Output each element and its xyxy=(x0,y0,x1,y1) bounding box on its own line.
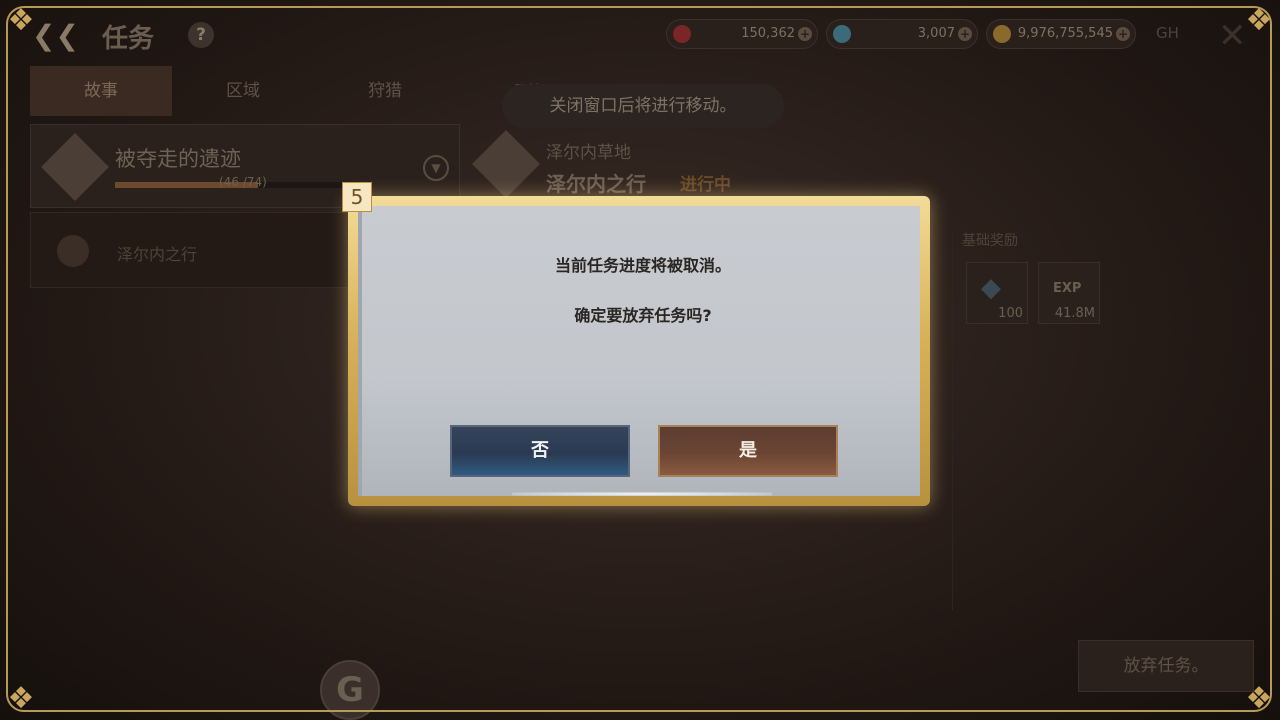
dialog-glow xyxy=(512,492,772,496)
abandon-quest-button[interactable]: 放弃任务。 xyxy=(1078,640,1254,692)
tab-region[interactable]: 区域 xyxy=(172,66,314,116)
reward-label: 基础奖励 xyxy=(962,233,1018,249)
corner-ornament-icon: ❖ xyxy=(7,3,35,38)
reward-diamond-value: 100 xyxy=(998,306,1023,321)
extra-currency-label: GH xyxy=(1156,24,1179,42)
corner-ornament-icon: ❖ xyxy=(1245,681,1273,716)
help-button[interactable]: ? xyxy=(188,22,214,48)
quest-status: 进行中 xyxy=(680,175,731,195)
diamond-icon xyxy=(833,25,851,43)
gold-coin-icon xyxy=(993,25,1011,43)
game-screen: ❮❮ 任务 ? 150,362 + 3,007 + 9,976,755,545 … xyxy=(0,0,1280,720)
corner-ornament-icon: ❖ xyxy=(7,681,35,716)
gold-currency: 9,976,755,545 + xyxy=(986,19,1136,49)
ruby-currency: 150,362 + xyxy=(666,19,818,49)
tab-story[interactable]: 故事 xyxy=(30,66,172,116)
main-quest-name: 被夺走的遗迹 xyxy=(115,147,241,171)
diamond-icon: ◆ xyxy=(981,273,1001,303)
detail-scroll-icon xyxy=(472,130,540,198)
corner-ornament-icon: ❖ xyxy=(1245,3,1273,38)
tab-hunting[interactable]: 狩猎 xyxy=(314,66,456,116)
chevron-down-icon[interactable]: ▼ xyxy=(423,155,449,181)
dialog-message-line2: 确定要放弃任务吗? xyxy=(574,306,712,325)
diamond-currency: 3,007 + xyxy=(826,19,978,49)
sub-quest-item[interactable]: 泽尔内之行 xyxy=(30,212,350,288)
toast-message: 关闭窗口后将进行移动。 xyxy=(502,84,784,128)
ruby-value: 150,362 xyxy=(741,26,795,41)
back-arrow-icon[interactable]: ❮❮ xyxy=(32,20,79,52)
add-ruby-button[interactable]: + xyxy=(798,27,812,41)
sub-quest-icon xyxy=(57,235,89,267)
exp-icon: EXP xyxy=(1053,281,1082,296)
yes-button[interactable]: 是 xyxy=(658,425,838,477)
no-button[interactable]: 否 xyxy=(450,425,630,477)
g-logo-button[interactable]: G xyxy=(320,660,380,720)
quest-scroll-icon xyxy=(41,133,109,201)
dialog-message-line1: 当前任务进度将被取消。 xyxy=(554,256,731,275)
confirm-dialog-body: 当前任务进度将被取消。 确定要放弃任务吗? 否 是 xyxy=(358,206,920,496)
reward-exp-value: 41.8M xyxy=(1054,306,1095,321)
add-gold-button[interactable]: + xyxy=(1116,27,1130,41)
diamond-value: 3,007 xyxy=(917,26,955,41)
sub-quest-label: 泽尔内之行 xyxy=(117,245,198,264)
quest-progress-text: (46 /74) xyxy=(219,175,267,189)
ruby-icon xyxy=(673,25,691,43)
dialog-badge: 5 xyxy=(342,182,372,212)
quest-detail-name: 泽尔内之行 xyxy=(546,172,646,196)
reward-diamond[interactable]: ◆ 100 xyxy=(966,262,1028,324)
add-diamond-button[interactable]: + xyxy=(958,27,972,41)
gold-value: 9,976,755,545 xyxy=(1017,26,1113,41)
quest-region: 泽尔内草地 xyxy=(546,143,631,163)
reward-exp[interactable]: EXP 41.8M xyxy=(1038,262,1100,324)
page-title: 任务 xyxy=(102,24,155,54)
confirm-dialog: 当前任务进度将被取消。 确定要放弃任务吗? 否 是 xyxy=(348,196,930,506)
divider xyxy=(952,230,953,610)
